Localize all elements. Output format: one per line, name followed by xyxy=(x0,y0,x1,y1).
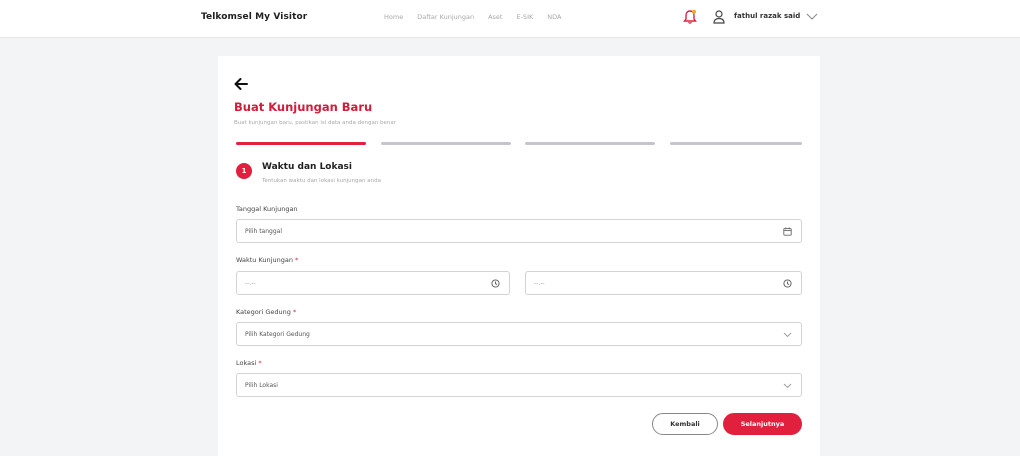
kategori-label-text: Kategori Gedung xyxy=(236,308,291,316)
required-marker: * xyxy=(258,359,262,367)
tanggal-input[interactable]: Pilih tanggal xyxy=(236,219,802,243)
tanggal-label-text: Tanggal Kunjungan xyxy=(236,205,298,213)
step-title: Waktu dan Lokasi xyxy=(262,162,352,172)
step-indicator-2 xyxy=(381,142,511,145)
nav-item-e-sik[interactable]: E-SIK xyxy=(516,13,533,21)
step-description: Tentukan waktu dan lokasi kunjungan anda xyxy=(262,178,381,184)
selanjutnya-button[interactable]: Selanjutnya xyxy=(723,413,802,435)
waktu-end-input[interactable]: --.-- xyxy=(525,271,802,295)
kategori-gedung-select[interactable]: Pilih Kategori Gedung xyxy=(236,322,802,346)
required-marker: * xyxy=(295,256,299,264)
brand-logo-text[interactable]: Telkomsel My Visitor xyxy=(201,12,307,22)
waktu-start-input[interactable]: --.-- xyxy=(236,271,510,295)
kategori-label: Kategori Gedung * xyxy=(236,308,296,316)
calendar-icon[interactable] xyxy=(783,227,792,236)
nav-item-home[interactable]: Home xyxy=(384,13,403,21)
chevron-down-icon[interactable] xyxy=(783,381,792,390)
top-navbar: Telkomsel My Visitor Home Daftar Kunjung… xyxy=(0,0,1020,38)
arrow-left-icon[interactable] xyxy=(234,78,248,90)
page-title: Buat Kunjungan Baru xyxy=(234,100,373,114)
tanggal-label: Tanggal Kunjungan xyxy=(236,205,298,213)
required-marker: * xyxy=(292,308,297,316)
main-nav: Home Daftar Kunjungan Aset E-SIK NDA xyxy=(384,13,575,21)
user-name[interactable]: fathul razak said xyxy=(734,12,800,20)
chevron-down-icon[interactable] xyxy=(806,11,818,21)
clock-icon[interactable] xyxy=(783,279,792,288)
step-number-badge: 1 xyxy=(236,163,252,179)
form-card: Buat Kunjungan Baru Buat kunjungan baru,… xyxy=(218,56,820,456)
step-indicator-3 xyxy=(525,142,655,145)
progress-stepper xyxy=(236,142,802,146)
nav-item-nda[interactable]: NDA xyxy=(547,13,561,21)
user-icon[interactable] xyxy=(713,10,725,24)
waktu-end-value: --.-- xyxy=(534,280,545,287)
chevron-down-icon[interactable] xyxy=(783,330,792,339)
waktu-start-value: --.-- xyxy=(245,280,256,287)
lokasi-label: Lokasi * xyxy=(236,359,262,367)
kategori-placeholder: Pilih Kategori Gedung xyxy=(245,331,310,338)
tanggal-placeholder: Pilih tanggal xyxy=(245,228,282,235)
step-indicator-1 xyxy=(236,142,366,145)
waktu-label-text: Waktu Kunjungan xyxy=(236,256,293,264)
kembali-button[interactable]: Kembali xyxy=(652,413,718,435)
clock-icon[interactable] xyxy=(491,279,500,288)
lokasi-label-text: Lokasi xyxy=(236,359,257,367)
waktu-label: Waktu Kunjungan * xyxy=(236,256,298,264)
lokasi-placeholder: Pilih Lokasi xyxy=(245,382,278,389)
lokasi-select[interactable]: Pilih Lokasi xyxy=(236,373,802,397)
nav-item-daftar-kunjungan[interactable]: Daftar Kunjungan xyxy=(417,13,474,21)
nav-item-aset[interactable]: Aset xyxy=(488,13,502,21)
bell-icon[interactable] xyxy=(683,9,697,25)
step-indicator-4 xyxy=(670,142,802,145)
page-subtitle: Buat kunjungan baru, pastikan isi data a… xyxy=(234,120,397,126)
